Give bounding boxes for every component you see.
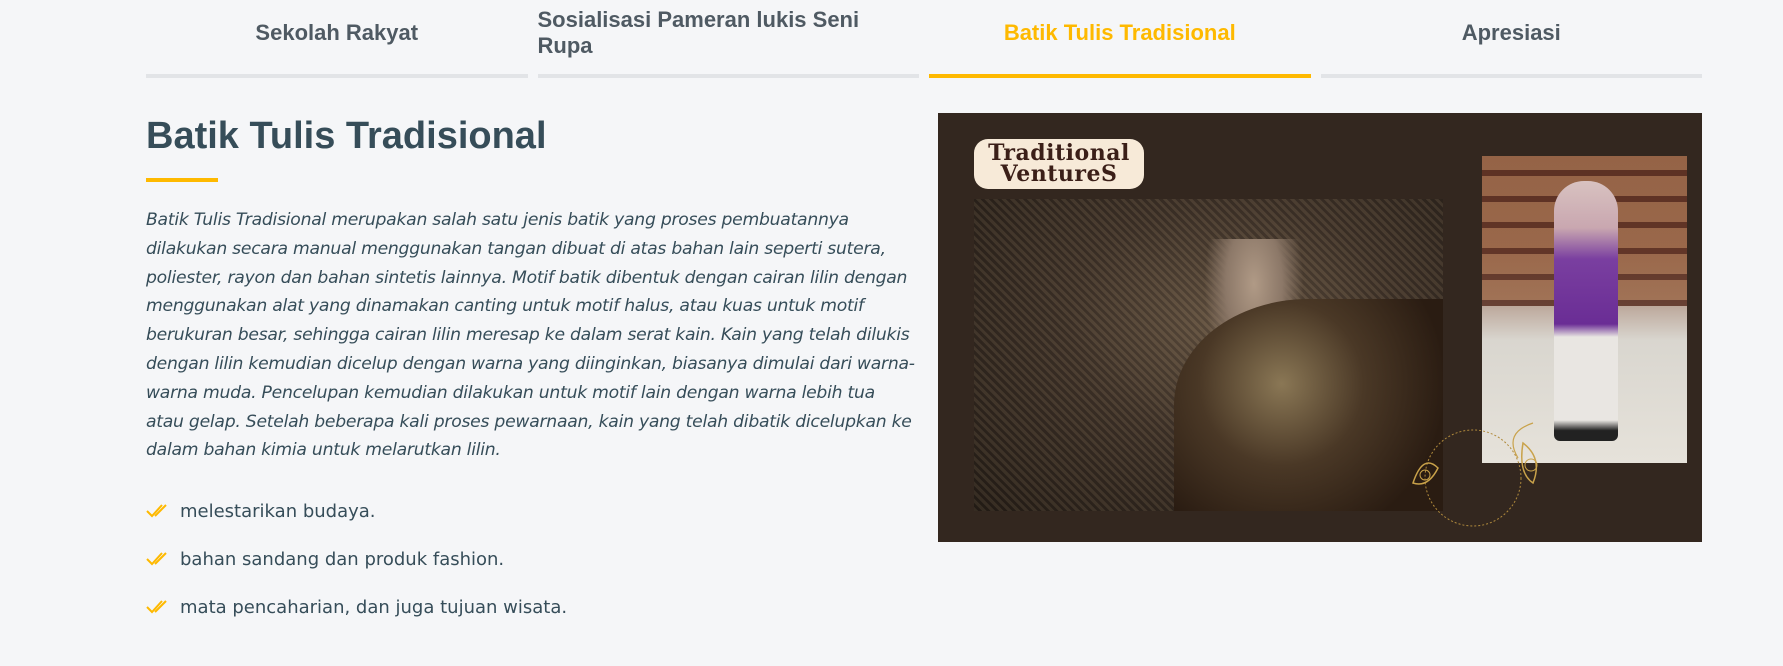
batik-workshop-photo (974, 199, 1443, 511)
list-item: bahan sandang dan produk fashion. (146, 545, 916, 573)
list-item-text: bahan sandang dan produk fashion. (180, 548, 505, 570)
content-description: Batik Tulis Tradisional merupakan salah … (146, 210, 915, 461)
tab-sekolah-rakyat[interactable]: Sekolah Rakyat (146, 0, 528, 78)
list-item: mata pencaharian, dan juga tujuan wisata… (146, 593, 916, 621)
tab-content: Batik Tulis Tradisional Batik Tulis Trad… (146, 112, 916, 641)
logo-line-2: VentureS (1000, 161, 1118, 187)
batik-feature-image: Traditional VentureS (938, 113, 1702, 542)
content-title: Batik Tulis Tradisional (146, 115, 547, 157)
title-underline (146, 178, 218, 182)
list-item-text: mata pencaharian, dan juga tujuan wisata… (180, 596, 568, 618)
tab-batik-tulis-tradisional[interactable]: Batik Tulis Tradisional (929, 0, 1311, 78)
double-check-icon (146, 552, 167, 566)
double-check-icon (146, 600, 167, 614)
list-item: melestarikan budaya. (146, 497, 916, 525)
list-item-text: melestarikan budaya. (180, 500, 376, 522)
double-check-icon (146, 504, 167, 518)
tab-bar: Sekolah Rakyat Sosialisasi Pameran lukis… (146, 0, 1702, 78)
batik-ornament-icon (1412, 422, 1538, 527)
traditional-ventures-logo: Traditional VentureS (974, 139, 1144, 189)
benefit-list: melestarikan budaya. bahan sandang dan p… (146, 497, 916, 621)
tab-apresiasi[interactable]: Apresiasi (1320, 0, 1702, 78)
tab-sosialisasi-pameran[interactable]: Sosialisasi Pameran lukis Seni Rupa (537, 0, 919, 78)
